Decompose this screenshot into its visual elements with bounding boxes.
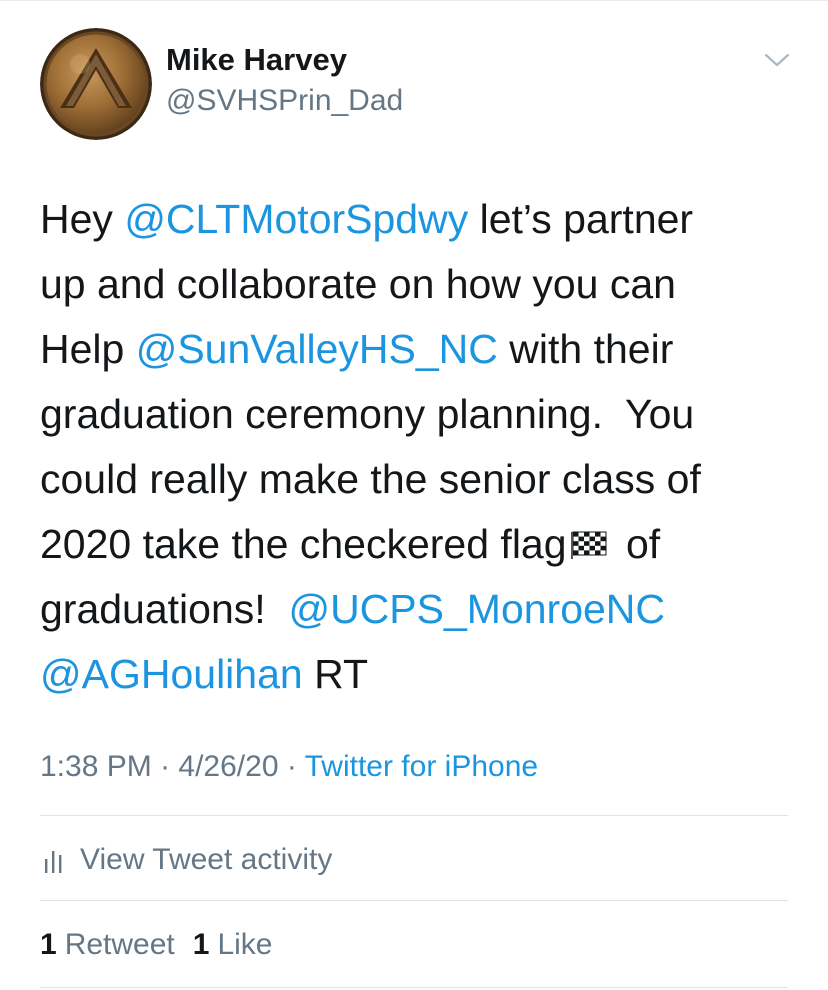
mention-link[interactable]: @UCPS_MonroeNC — [288, 586, 665, 632]
tweet-time: 1:38 PM — [40, 750, 152, 783]
tweet-date: 4/26/20 — [178, 750, 279, 783]
like-label: Like — [217, 928, 273, 961]
checkered-flag-icon — [569, 530, 609, 560]
avatar[interactable] — [40, 28, 152, 140]
mention-link[interactable]: @SunValleyHS_NC — [136, 326, 498, 372]
more-options-button[interactable] — [762, 48, 792, 72]
divider — [40, 900, 788, 901]
author-handle[interactable]: @SVHSPrin_Dad — [166, 84, 403, 118]
bar-chart-icon — [44, 845, 66, 875]
tweet-text-segment: RT — [302, 651, 369, 697]
spartan-shield-avatar — [40, 28, 152, 140]
tweet-text: Hey @CLTMotorSpdwy let’s partner up and … — [40, 187, 810, 707]
like-count: 1 — [192, 928, 210, 961]
mention-link[interactable]: @AGHoulihan — [40, 651, 303, 697]
tweet-source-link[interactable]: Twitter for iPhone — [305, 750, 538, 783]
tweet-text-segment: Hey — [40, 196, 125, 242]
retweet-label: Retweet — [64, 928, 175, 961]
tweet-meta: 1:38 PM · 4/26/20 · Twitter for iPhone — [40, 750, 538, 784]
likes-stat[interactable]: 1 Like — [193, 928, 273, 962]
view-tweet-activity-label: View Tweet activity — [80, 843, 333, 876]
retweets-stat[interactable]: 1 Retweet — [40, 928, 175, 962]
retweet-count: 1 — [40, 928, 57, 961]
meta-separator: · — [151, 750, 179, 783]
author-name[interactable]: Mike Harvey — [166, 42, 347, 78]
chevron-down-icon — [764, 53, 790, 67]
tweet-stats: 1 Retweet 1 Like — [40, 925, 290, 965]
divider — [40, 987, 788, 988]
mention-link[interactable]: @CLTMotorSpdwy — [124, 196, 468, 242]
divider — [40, 815, 788, 816]
top-divider — [0, 0, 828, 1]
view-tweet-activity-button[interactable]: View Tweet activity — [44, 840, 332, 880]
meta-separator: · — [278, 750, 305, 783]
